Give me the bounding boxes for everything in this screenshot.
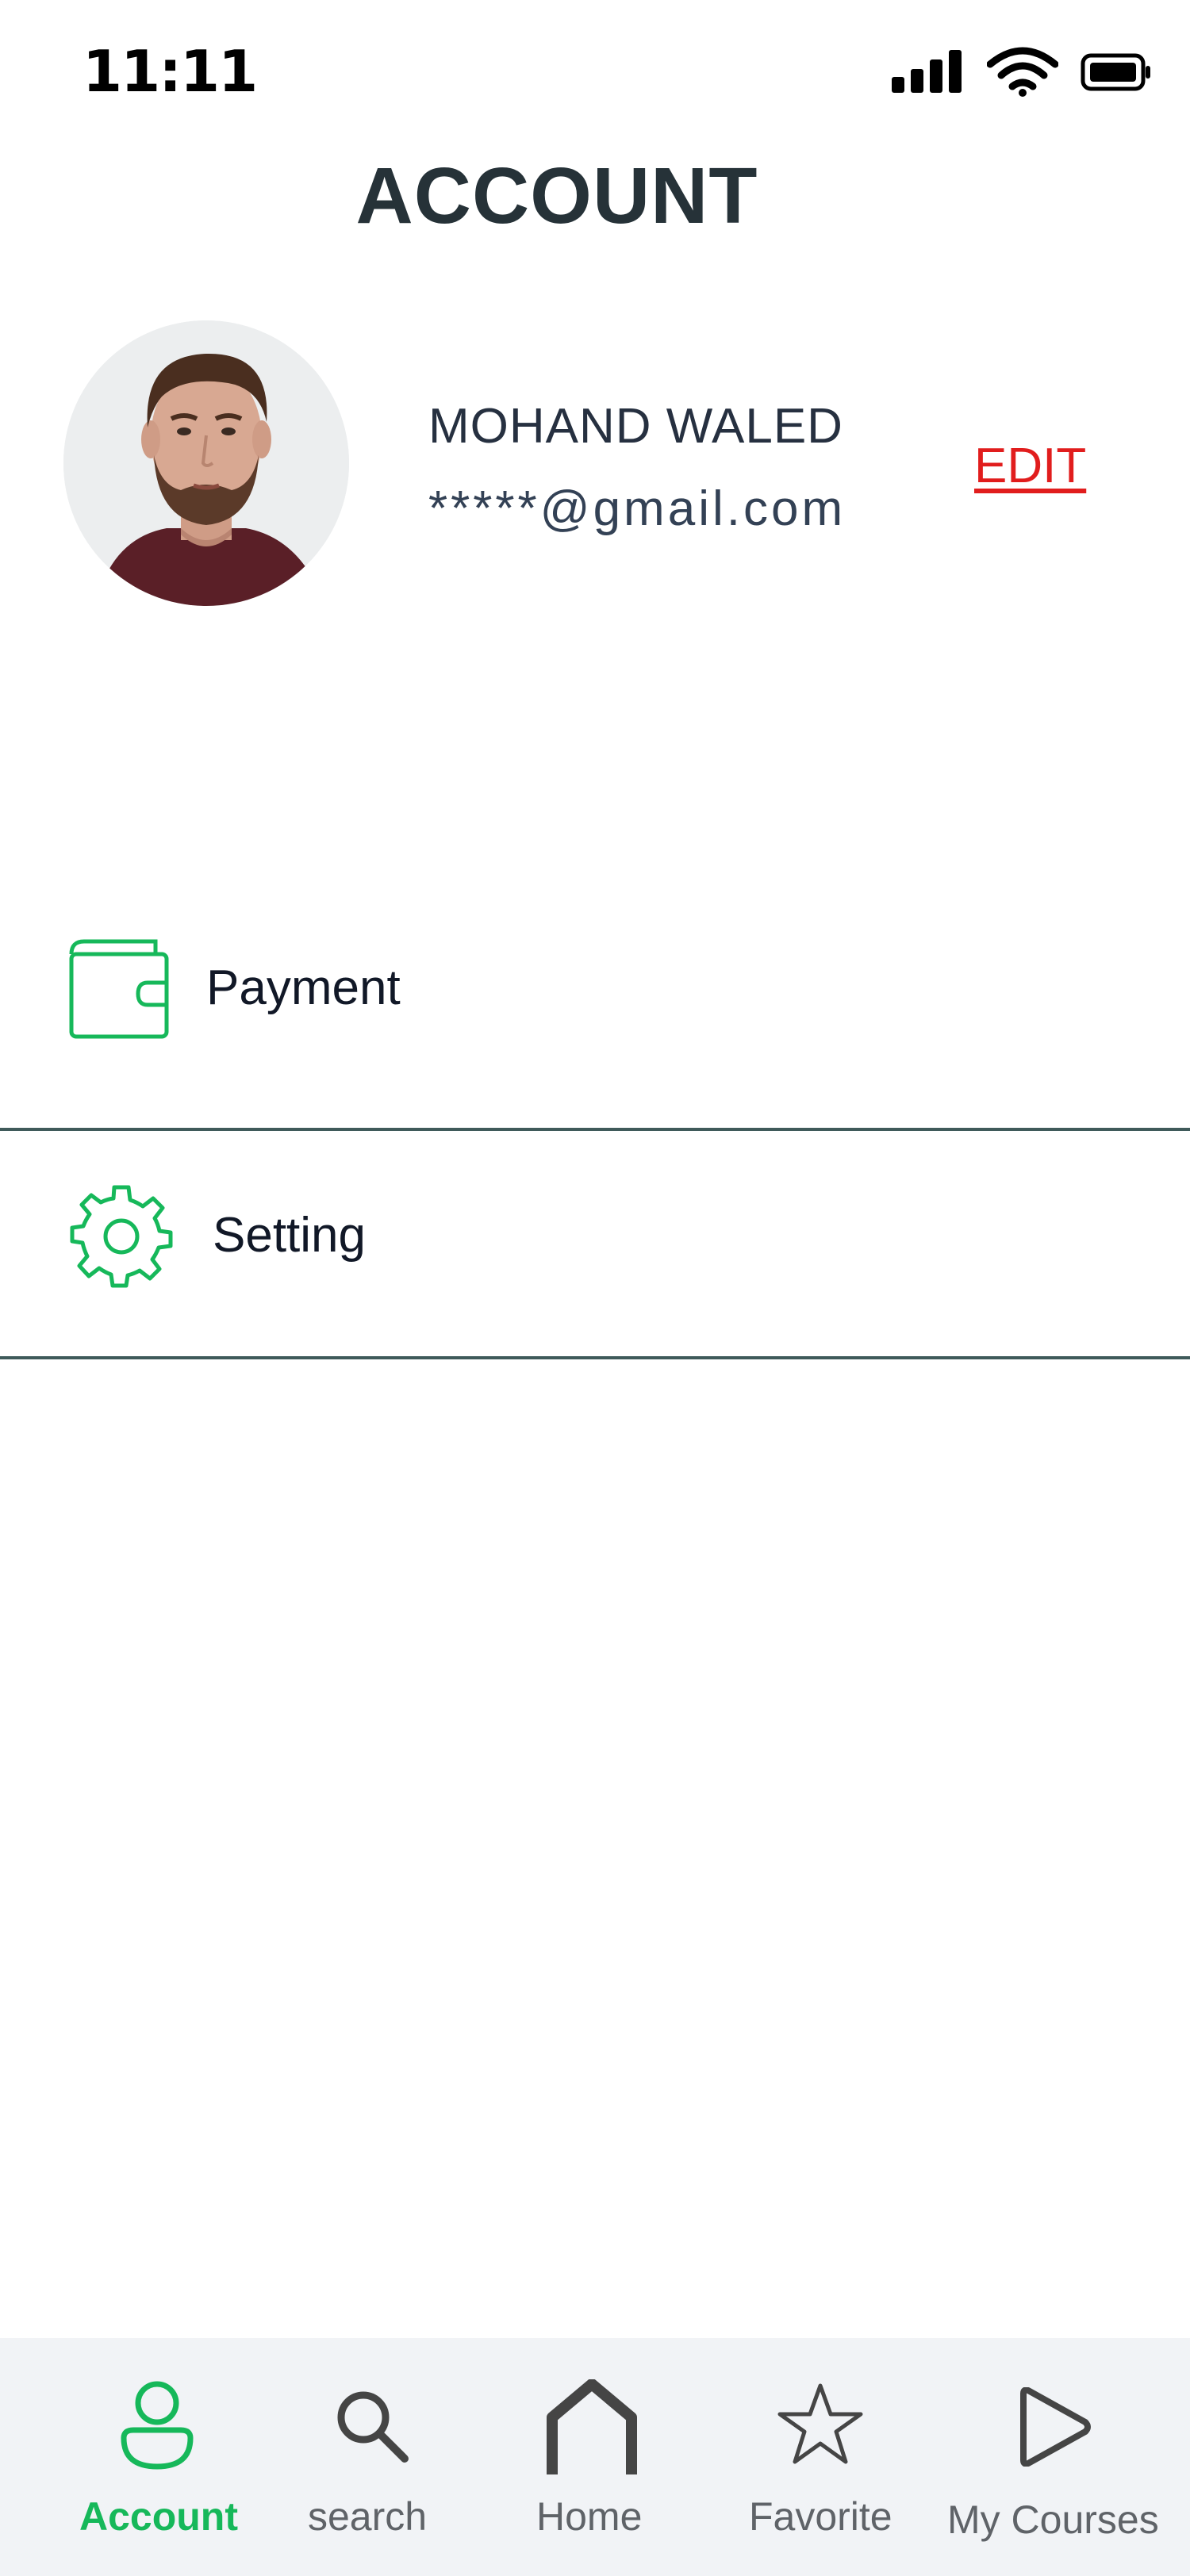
home-icon bbox=[547, 2379, 637, 2474]
battery-icon bbox=[1081, 53, 1150, 91]
nav-label-my-courses: My Courses bbox=[947, 2497, 1159, 2542]
bottom-nav: Account search Home Favorite My Courses bbox=[0, 2338, 1190, 2576]
nav-item-favorite[interactable]: Favorite bbox=[743, 2338, 901, 2576]
status-bar: 11:11 bbox=[0, 0, 1190, 143]
nav-label-home: Home bbox=[536, 2494, 643, 2539]
nav-label-favorite: Favorite bbox=[749, 2494, 892, 2539]
menu-label-setting: Setting bbox=[213, 1208, 367, 1263]
nav-label-search: search bbox=[308, 2494, 428, 2539]
menu-item-setting[interactable]: Setting bbox=[0, 1129, 1190, 1385]
search-icon bbox=[337, 2391, 409, 2463]
edit-profile-link[interactable]: EDIT bbox=[974, 438, 1086, 494]
status-icons bbox=[892, 44, 1152, 100]
person-icon bbox=[121, 2381, 194, 2470]
nav-item-search[interactable]: search bbox=[298, 2338, 441, 2576]
wallet-icon bbox=[69, 939, 169, 1039]
play-icon bbox=[1020, 2387, 1091, 2467]
menu-label-payment: Payment bbox=[206, 960, 401, 1015]
nav-item-my-courses[interactable]: My Courses bbox=[941, 2338, 1159, 2576]
avatar bbox=[63, 320, 349, 606]
wifi-icon bbox=[987, 47, 1058, 97]
nav-item-account[interactable]: Account bbox=[73, 2338, 244, 2576]
nav-item-home[interactable]: Home bbox=[524, 2338, 658, 2576]
status-time: 11:11 bbox=[83, 38, 258, 105]
nav-label-account: Account bbox=[79, 2494, 238, 2539]
profile-email: *****@gmail.com bbox=[428, 481, 846, 536]
profile-name: MOHAND WALED bbox=[428, 399, 843, 454]
star-icon bbox=[777, 2383, 863, 2464]
signal-icon bbox=[892, 50, 962, 93]
avatar-image bbox=[63, 320, 349, 606]
page-title: ACCOUNT bbox=[355, 151, 758, 240]
gear-icon bbox=[70, 1185, 173, 1288]
divider bbox=[0, 1356, 1190, 1359]
